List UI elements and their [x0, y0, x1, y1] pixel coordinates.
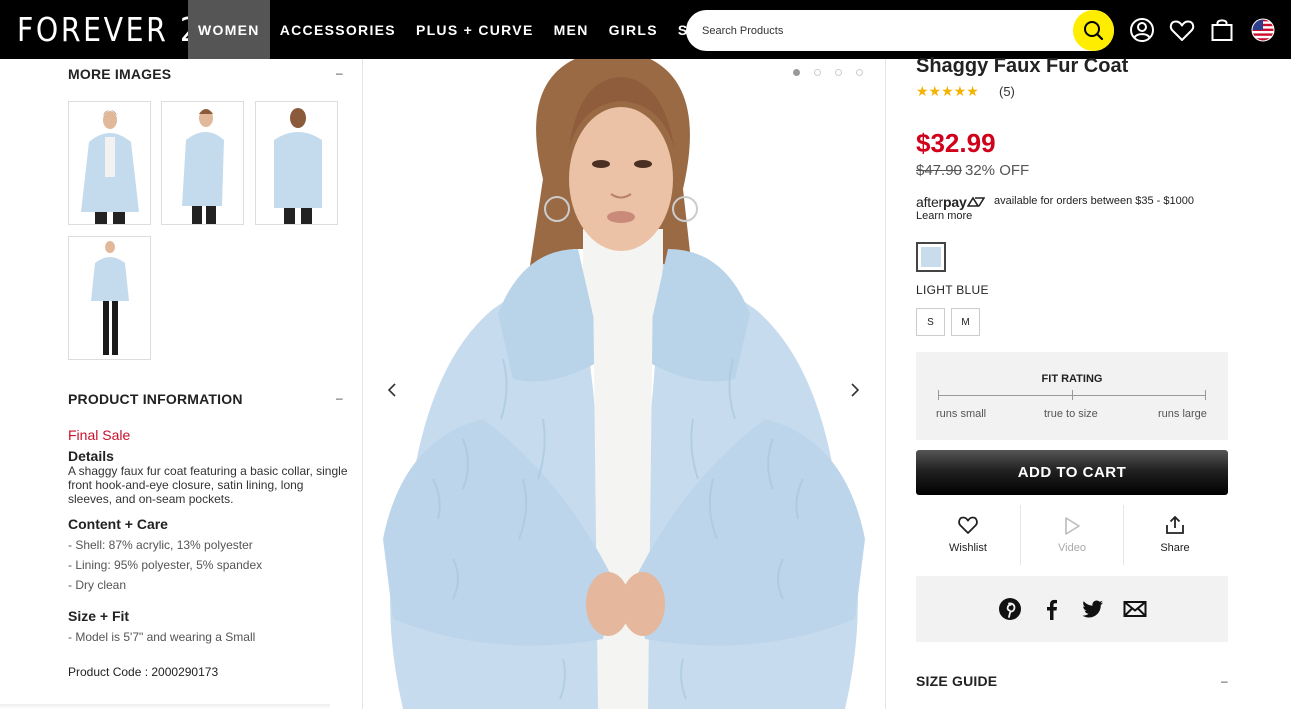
add-to-cart-button[interactable]: ADD TO CART: [916, 450, 1228, 495]
thumbnail-side-image: [162, 102, 243, 224]
afterpay-learn-more-link[interactable]: Learn more: [916, 210, 972, 222]
fit-scale-tick: [938, 390, 939, 400]
nav-girls[interactable]: GIRLS: [599, 0, 668, 59]
account-icon[interactable]: [1128, 16, 1156, 44]
fit-rating-panel: FIT RATING runs small true to size runs …: [916, 352, 1228, 440]
play-icon: [1065, 517, 1080, 535]
size-guide-title[interactable]: SIZE GUIDE: [916, 673, 997, 689]
chevron-left-icon: [387, 383, 396, 397]
search-bar: [686, 10, 1114, 51]
original-price: $47.90: [916, 162, 962, 179]
share-label: Share: [1160, 542, 1190, 554]
fit-label-runs-small: runs small: [936, 408, 987, 420]
video-button[interactable]: Video: [1020, 505, 1124, 565]
details-text: A shaggy faux fur coat featuring a basic…: [68, 464, 348, 506]
review-count[interactable]: (5): [999, 84, 1015, 99]
social-share-panel: [916, 576, 1228, 642]
pagination-dot[interactable]: [835, 69, 842, 76]
thumbnail-back-image: [256, 102, 337, 224]
discount-label: 32% OFF: [965, 162, 1030, 179]
size-option-s[interactable]: S: [916, 308, 945, 336]
fit-label-runs-large: runs large: [1158, 408, 1207, 420]
thumbnail-side[interactable]: [161, 101, 244, 225]
details-title: Details: [68, 448, 114, 464]
heart-icon: [958, 516, 978, 534]
previous-image-button[interactable]: [380, 377, 406, 403]
us-flag-icon[interactable]: [1249, 16, 1277, 44]
product-code: Product Code : 2000290173: [68, 665, 219, 679]
search-button[interactable]: [1073, 10, 1114, 51]
heart-icon[interactable]: [1168, 16, 1196, 44]
nav-accessories[interactable]: ACCESSORIES: [270, 0, 406, 59]
content-care-item: - Lining: 95% polyester, 5% spandex: [68, 558, 263, 572]
afterpay-logo-text: after: [916, 194, 944, 210]
content-care-item: - Dry clean: [68, 578, 127, 592]
share-icon: [1166, 515, 1184, 534]
main-nav: WOMEN ACCESSORIES PLUS + CURVE MEN GIRLS…: [188, 0, 730, 59]
content-care-title: Content + Care: [68, 516, 168, 532]
size-fit-title: Size + Fit: [68, 608, 130, 624]
bag-icon[interactable]: [1208, 16, 1236, 44]
color-swatch-light-blue[interactable]: [916, 242, 946, 272]
nav-plus-curve[interactable]: PLUS + CURVE: [406, 0, 544, 59]
afterpay-logo: afterpay: [916, 194, 985, 210]
more-images-title: MORE IMAGES: [68, 66, 172, 82]
selected-color-name: LIGHT BLUE: [916, 283, 989, 297]
scroll-shadow: [0, 704, 330, 709]
sale-price: $32.99: [916, 128, 996, 158]
fit-label-true-to-size: true to size: [1044, 408, 1098, 420]
final-sale-label: Final Sale: [68, 427, 131, 443]
nav-women[interactable]: WOMEN: [188, 0, 270, 59]
content-care-item: - Shell: 87% acrylic, 13% polyester: [68, 538, 253, 552]
nav-men[interactable]: MEN: [544, 0, 599, 59]
facebook-icon[interactable]: [1039, 596, 1065, 622]
column-divider: [885, 59, 886, 709]
star-rating[interactable]: ★★★★★: [916, 83, 979, 100]
pinterest-icon[interactable]: [997, 596, 1023, 622]
thumbnail-full-length[interactable]: [68, 236, 151, 360]
video-label: Video: [1058, 542, 1086, 554]
thumbnail-full-length-image: [69, 237, 150, 359]
wishlist-label: Wishlist: [949, 542, 987, 554]
left-column: MORE IMAGES – PRODUCT INFORMATION – Fina…: [0, 59, 362, 709]
more-images-collapse-button[interactable]: –: [336, 66, 343, 80]
thumbnail-back[interactable]: [255, 101, 338, 225]
product-information-collapse-button[interactable]: –: [336, 391, 343, 405]
pagination-dot[interactable]: [856, 69, 863, 76]
size-option-m[interactable]: M: [951, 308, 980, 336]
fit-rating-title: FIT RATING: [1041, 373, 1103, 385]
pagination-dot[interactable]: [793, 69, 800, 76]
search-input[interactable]: [702, 10, 1082, 51]
image-pagination-dots: [793, 69, 863, 76]
share-button[interactable]: Share: [1123, 505, 1227, 565]
fit-scale-tick: [1072, 390, 1073, 400]
pagination-dot[interactable]: [814, 69, 821, 76]
size-guide-collapse-button[interactable]: –: [1221, 674, 1228, 688]
afterpay-logo-text-bold: pay: [943, 194, 967, 210]
top-navigation-bar: FOREVER 21 WOMEN ACCESSORIES PLUS + CURV…: [0, 0, 1291, 59]
afterpay-description: available for orders between $35 - $1000: [994, 195, 1194, 207]
search-icon: [1084, 21, 1104, 41]
next-image-button[interactable]: [841, 377, 867, 403]
thumbnail-front-image: [69, 102, 150, 224]
product-information-title: PRODUCT INFORMATION: [68, 391, 243, 407]
twitter-icon[interactable]: [1080, 596, 1106, 622]
wishlist-button[interactable]: Wishlist: [916, 505, 1020, 565]
chevron-right-icon: [851, 383, 860, 397]
main-product-image[interactable]: [363, 59, 885, 709]
fit-scale-tick: [1205, 390, 1206, 400]
thumbnail-front[interactable]: [68, 101, 151, 225]
size-fit-item: - Model is 5'7" and wearing a Small: [68, 630, 256, 644]
swatch-fill: [921, 247, 941, 267]
afterpay-arrows-icon: [966, 196, 985, 207]
model-wearing-coat-image: [363, 59, 885, 709]
email-icon[interactable]: [1122, 596, 1148, 622]
product-title: Shaggy Faux Fur Coat: [916, 55, 1129, 77]
